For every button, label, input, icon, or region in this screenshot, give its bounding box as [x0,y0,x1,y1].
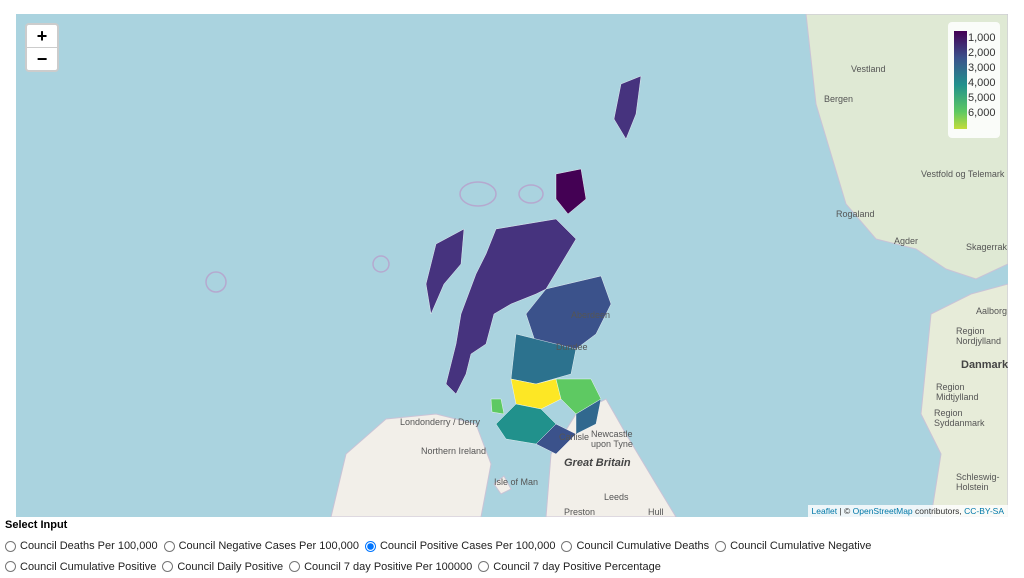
legend-tick: 6,000 [968,107,996,119]
zoom-control: + − [25,23,59,72]
zoom-in-button[interactable]: + [27,25,57,48]
map-label: Newcastle upon Tyne [591,429,633,449]
map-label: Great Britain [564,457,631,469]
legend-tick: 4,000 [968,77,996,89]
map-label: Region Syddanmark [934,408,985,428]
legend-color-bar [954,31,967,129]
radio-option[interactable]: Council Cumulative Negative [715,537,871,555]
map-label: Agder [894,236,919,246]
radio-button[interactable] [162,561,174,572]
radio-button[interactable] [561,540,573,552]
radio-button[interactable] [289,561,301,572]
radio-option[interactable]: Council Positive Cases Per 100,000 [364,537,556,555]
map-label: Hull [648,507,664,517]
map-label: Preston [564,507,596,517]
osm-link[interactable]: OpenStreetMap [853,506,913,516]
radio-button[interactable] [5,540,16,552]
legend-tick: 3,000 [968,62,996,74]
leaflet-link[interactable]: Leaflet [812,506,838,516]
radio-button[interactable] [5,561,16,572]
map-label: Rogaland [836,209,875,219]
attribution-contrib: contributors, [912,506,965,516]
radio-option[interactable]: Council Negative Cases Per 100,000 [163,537,359,555]
radio-label: Council Deaths Per 100,000 [20,540,158,552]
map[interactable]: + − 1,000 2,000 3,000 4,000 5,000 6,000 … [16,14,1008,517]
legend-tick: 2,000 [968,47,996,59]
radio-button[interactable] [478,561,490,572]
radio-label: Council Cumulative Negative [730,540,872,552]
license-link[interactable]: CC-BY-SA [964,506,1004,516]
map-label: Northern Ireland [421,446,487,456]
map-label: Danmark [961,359,1008,371]
map-tiles [205,14,1008,517]
map-label: Aberdeen [571,310,611,320]
select-input-title: Select Input [5,519,68,531]
input-radio-group: Council Deaths Per 100,000 Council Negati… [5,537,1020,578]
legend-tick: 1,000 [968,32,996,44]
map-label: Aalborg [976,306,1008,316]
map-label: Region Nordjylland [956,326,1002,346]
map-label: Londonderry / Derry [400,417,481,427]
radio-label: Council Negative Cases Per 100,000 [178,540,359,552]
map-label: Vestland [851,64,886,74]
radio-button[interactable] [715,540,727,552]
radio-button[interactable] [163,540,175,552]
map-label: Vestfold og Telemark [921,169,1005,179]
radio-option[interactable]: Council Deaths Per 100,000 [5,537,158,555]
map-label: Region Midtjylland [936,382,979,402]
radio-button[interactable] [364,540,376,552]
legend-tick: 5,000 [968,92,996,104]
radio-label: Council Positive Cases Per 100,000 [379,540,556,552]
map-label: Carlisle [559,432,590,442]
radio-label: Council Cumulative Deaths [576,540,710,552]
map-label: Dundee [556,342,588,352]
map-label: Bergen [824,94,854,104]
attribution-sep: | © [837,506,853,516]
radio-option[interactable]: Council Cumulative Deaths [561,537,709,555]
color-legend: 1,000 2,000 3,000 4,000 5,000 6,000 [948,22,1000,138]
map-label: Skagerrak [966,242,1008,252]
map-attribution: Leaflet | © OpenStreetMap contributors, … [807,505,1008,517]
map-label: Leeds [604,492,629,502]
zoom-out-button[interactable]: − [27,48,57,70]
map-label: Schleswig-Holstein [956,472,1000,492]
map-label: Isle of Man [494,477,539,487]
